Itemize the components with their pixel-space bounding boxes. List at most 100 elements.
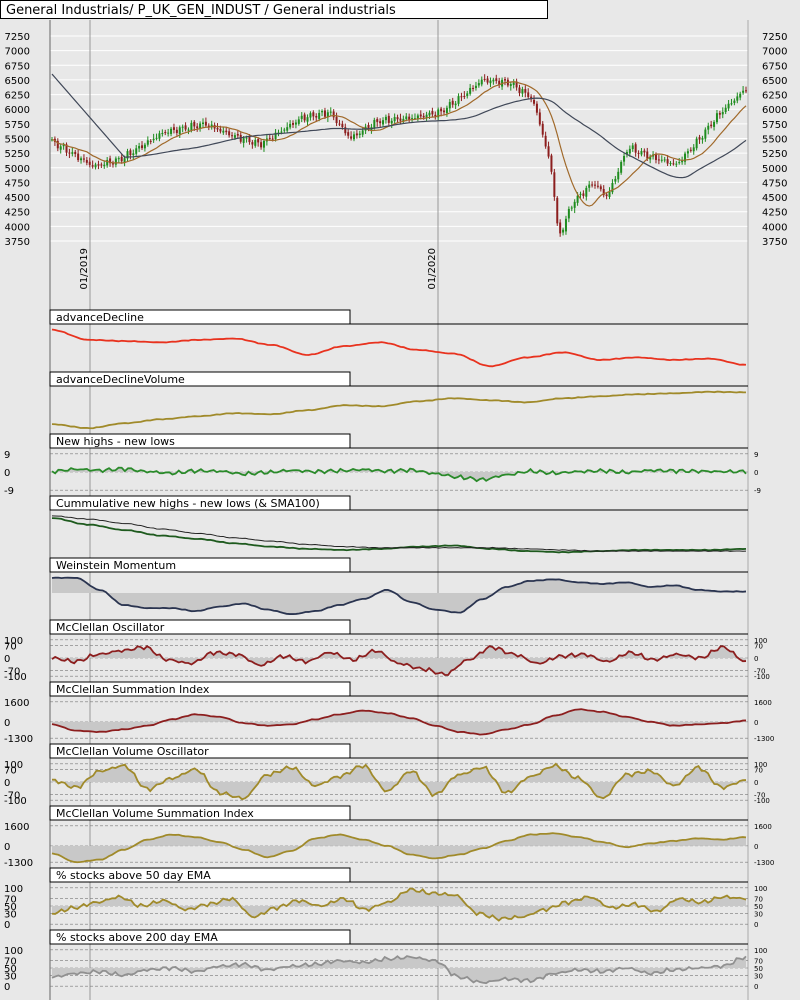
price-y-tick-right: 7000: [762, 47, 787, 58]
candle-body: [187, 129, 190, 131]
candle-body: [341, 123, 344, 128]
candle-body: [382, 120, 385, 125]
candle-body: [460, 96, 463, 98]
candle-body: [262, 140, 265, 148]
candle-body: [117, 158, 120, 160]
candle-body: [472, 87, 475, 89]
price-y-tick-right: 5500: [762, 135, 787, 146]
price-y-tick-left: 6500: [5, 76, 30, 87]
panel-title: Cummulative new highs - new lows (& SMA1…: [56, 497, 320, 510]
candle-body: [303, 114, 306, 121]
panel-y-tick-left: 70: [4, 641, 17, 652]
candle-body: [707, 125, 710, 130]
candle-body: [451, 100, 454, 105]
candle-body: [582, 193, 585, 196]
chart-canvas: 7250 72507000 70006750 67506500 65006250 6250…: [4, 20, 787, 1000]
candle-body: [556, 197, 559, 224]
price-y-tick-left: 4250: [5, 208, 30, 219]
candle-body: [271, 138, 274, 140]
candle-body: [332, 111, 335, 118]
panel-title: New highs - new lows: [56, 435, 175, 448]
panel-y-tick-left: -1300: [4, 858, 33, 869]
panel-y-tick-left: 0: [4, 654, 10, 665]
panel-y-tick-right: 1600: [754, 823, 772, 831]
candle-body: [222, 130, 225, 133]
candle-body: [567, 208, 570, 219]
candle-body: [161, 133, 164, 135]
candle-body: [608, 191, 611, 197]
candle-body: [260, 142, 263, 148]
candle-body: [672, 163, 675, 165]
price-y-tick-right: 6250: [762, 91, 787, 102]
candle-body: [178, 127, 181, 135]
price-y-tick-left: 5000: [5, 164, 30, 175]
candle-body: [135, 148, 138, 154]
panel-y-tick-right: 100: [754, 885, 767, 893]
candle-body: [512, 82, 515, 85]
candle-body: [268, 137, 271, 139]
candle-body: [620, 162, 623, 173]
candle-body: [503, 79, 506, 81]
candle-body: [544, 135, 547, 147]
candle-body: [480, 79, 483, 85]
candle-body: [419, 114, 422, 117]
candle-body: [704, 129, 707, 139]
candle-body: [91, 165, 94, 167]
indicator-line: [51, 515, 747, 552]
candle-body: [736, 96, 739, 101]
candle-body: [170, 128, 173, 134]
candle-body: [88, 161, 91, 165]
indicator-line: [51, 466, 747, 483]
candle-body: [71, 152, 74, 154]
candle-body: [408, 116, 411, 120]
panel-y-tick-left: -100: [4, 672, 27, 683]
candle-body: [80, 158, 83, 161]
panel-y-tick-left: 0: [4, 982, 10, 993]
candle-body: [152, 138, 155, 141]
candle-body: [573, 201, 576, 208]
candle-body: [257, 139, 260, 143]
candle-body: [242, 138, 245, 143]
candle-body: [245, 137, 248, 139]
candle-body: [155, 137, 158, 139]
x-tick-label: 01/2020: [427, 248, 438, 290]
panel-y-tick-right: -1300: [754, 859, 774, 867]
panel-y-tick-left: 70: [4, 765, 17, 776]
candle-body: [167, 132, 170, 134]
candle-body: [466, 93, 469, 97]
candle-body: [689, 149, 692, 151]
price-y-tick-left: 7250: [5, 32, 30, 43]
panel-y-tick-right: 0: [754, 719, 758, 727]
panel-y-tick-right: 0: [754, 983, 758, 991]
panel-y-tick-left: 30: [4, 971, 17, 982]
candle-body: [100, 164, 103, 166]
panel-y-tick-right: 9: [754, 451, 758, 459]
candle-body: [329, 111, 332, 113]
candle-body: [175, 129, 178, 133]
candle-body: [315, 116, 318, 118]
candle-body: [292, 123, 295, 125]
candle-body: [745, 90, 747, 92]
price-y-tick-left: 4500: [5, 193, 30, 204]
candle-body: [68, 152, 71, 154]
panel-y-tick-left: 0: [4, 920, 10, 931]
candle-body: [129, 150, 132, 156]
candle-body: [396, 117, 399, 120]
candle-body: [204, 121, 207, 126]
panel-y-tick-right: 0: [754, 921, 758, 929]
candle-body: [411, 118, 414, 120]
candle-body: [591, 184, 594, 186]
candle-body: [321, 111, 324, 113]
candle-body: [640, 151, 643, 155]
price-y-tick-right: 4500: [762, 193, 787, 204]
candle-body: [495, 78, 498, 81]
panel-y-tick-left: 9: [4, 450, 10, 461]
price-y-tick-left: 5250: [5, 149, 30, 160]
candle-body: [643, 150, 646, 153]
candle-body: [138, 146, 141, 149]
candle-body: [225, 130, 228, 133]
candle-body: [553, 172, 556, 197]
candle-body: [172, 127, 175, 130]
candle-body: [82, 158, 85, 160]
candle-body: [570, 207, 573, 209]
